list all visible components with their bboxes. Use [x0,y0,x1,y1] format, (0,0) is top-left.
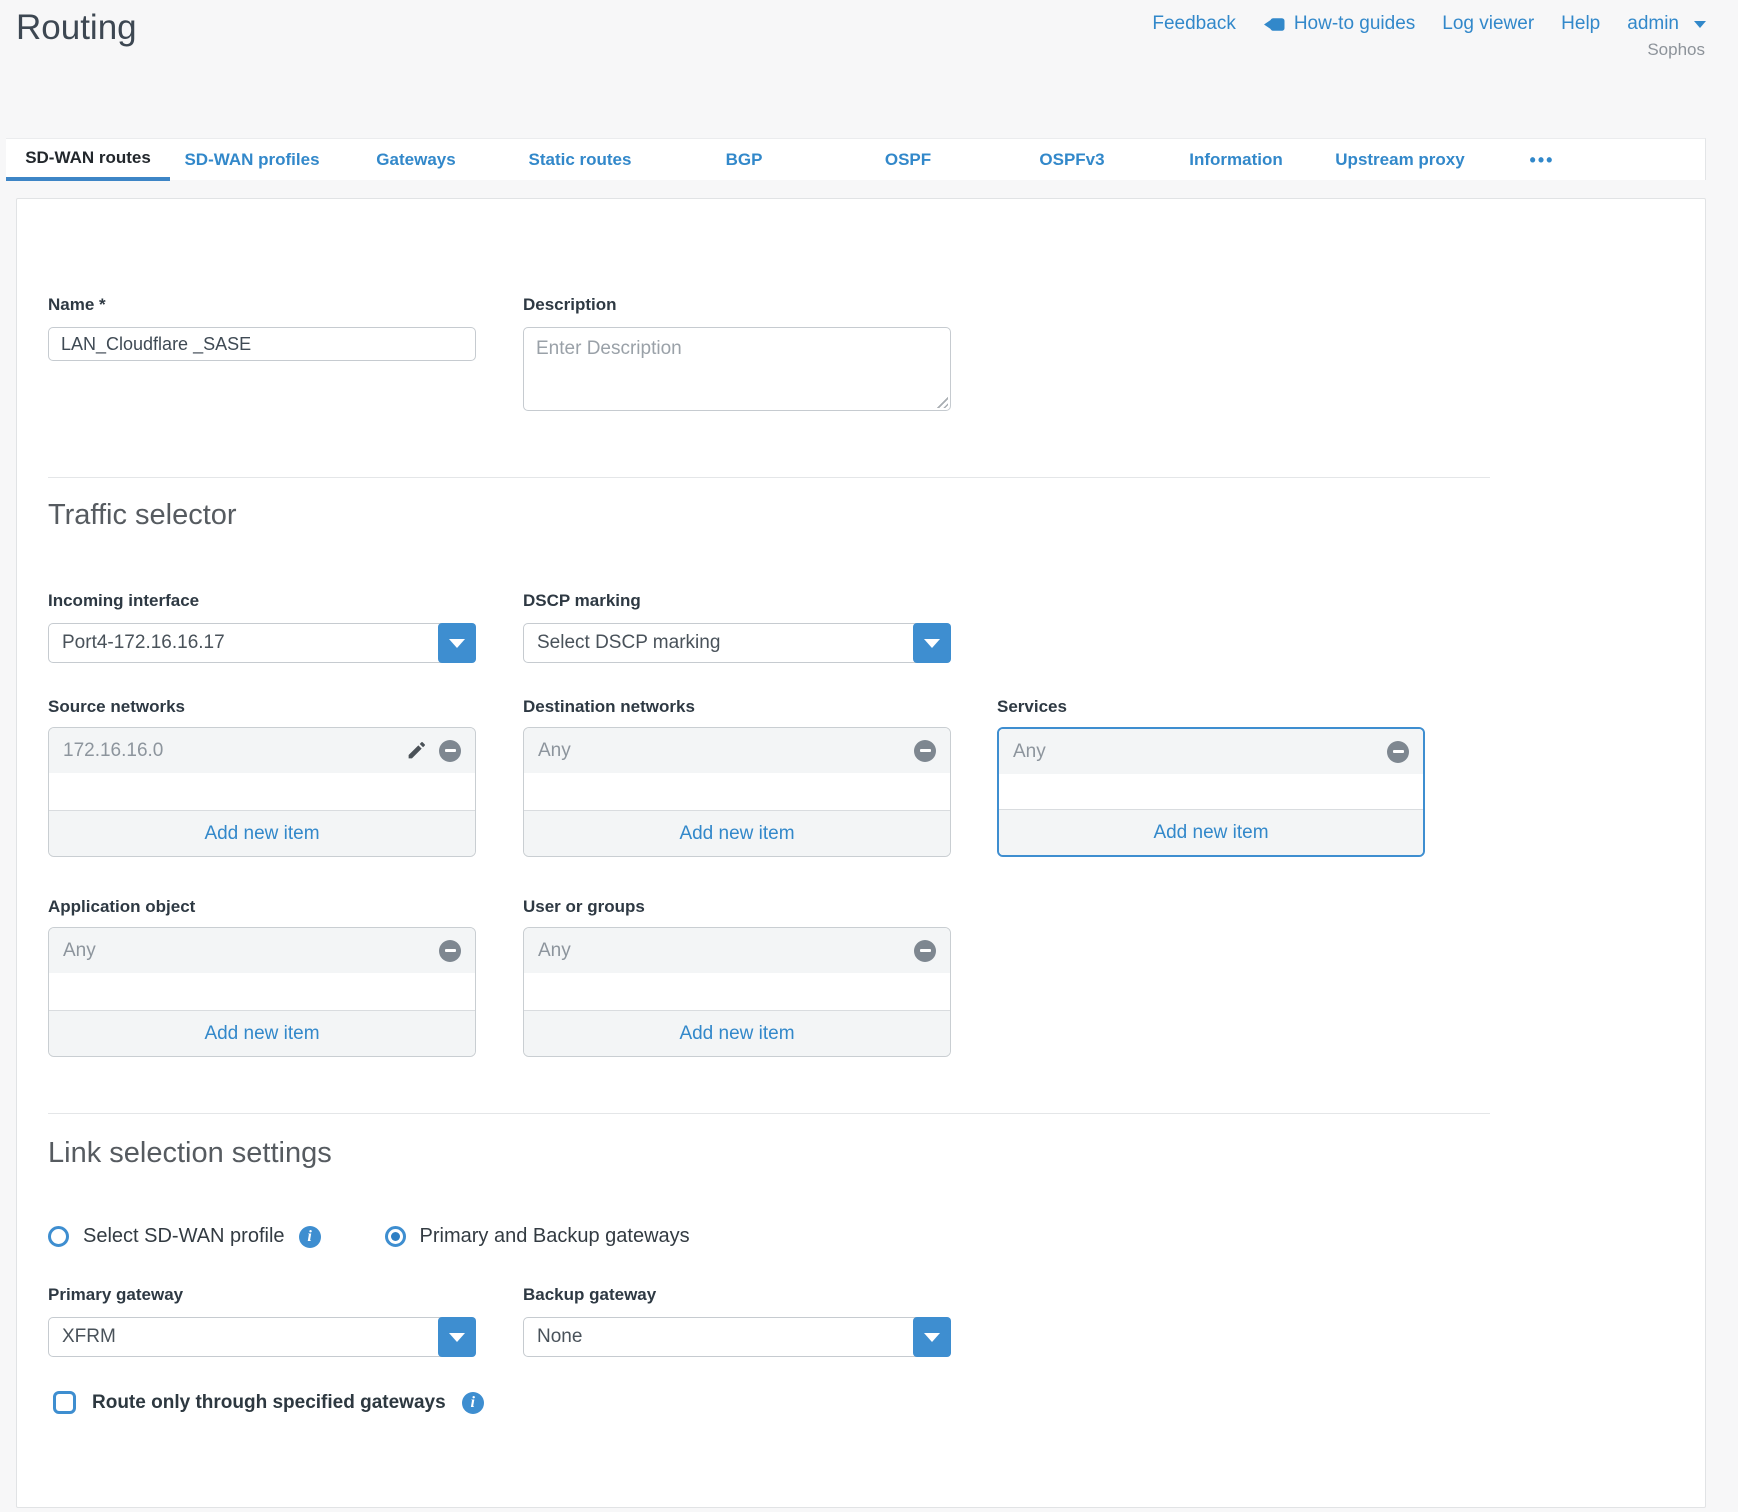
destination-networks-listbox: Any Add new item [523,727,951,857]
triangle-down-icon [924,639,940,648]
info-icon[interactable]: i [462,1392,484,1414]
backup-gateway-value: None [523,1317,951,1357]
remove-item-icon[interactable] [914,740,936,762]
name-label: Name * [48,295,476,315]
destination-networks-label: Destination networks [523,697,951,717]
brand-label: Sophos [1647,40,1705,60]
add-new-item-button[interactable]: Add new item [49,810,475,856]
application-object-label: Application object [48,897,476,917]
link-selection-radio-group: Select SD-WAN profile i Primary and Back… [48,1225,690,1248]
radio-select-sdwan-profile[interactable]: Select SD-WAN profile i [48,1225,321,1248]
admin-menu[interactable]: admin [1627,13,1706,35]
tab-information[interactable]: Information [1154,139,1318,181]
add-new-item-button[interactable]: Add new item [49,1010,475,1056]
primary-gateway-label: Primary gateway [48,1285,476,1305]
user-or-groups-label: User or groups [523,897,951,917]
services-label: Services [997,697,1425,717]
page-title: Routing [16,8,137,48]
tab-sdwan-routes[interactable]: SD-WAN routes [6,139,170,181]
services-listbox: Any Add new item [997,727,1425,857]
description-textarea[interactable] [523,327,951,411]
link-selection-heading: Link selection settings [48,1137,332,1170]
route-only-checkbox-row: Route only through specified gateways i [53,1391,484,1414]
description-label: Description [523,295,951,315]
tab-upstream-proxy[interactable]: Upstream proxy [1318,139,1482,181]
radio-unchecked-icon[interactable] [48,1226,69,1247]
section-divider [48,1113,1490,1114]
triangle-down-icon [924,1333,940,1342]
app-header: Routing Feedback How-to guides Log viewe… [0,0,1738,138]
primary-gateway-select[interactable]: XFRM [48,1317,476,1357]
radio-primary-backup-gateways[interactable]: Primary and Backup gateways [385,1225,690,1248]
dscp-marking-label: DSCP marking [523,591,951,611]
user-or-groups-listbox: Any Add new item [523,927,951,1057]
incoming-interface-select[interactable]: Port4-172.16.16.17 [48,623,476,663]
tab-ospfv3[interactable]: OSPFv3 [990,139,1154,181]
tab-static-routes[interactable]: Static routes [498,139,662,181]
dropdown-button[interactable] [438,1317,476,1357]
tab-sdwan-profiles[interactable]: SD-WAN profiles [170,139,334,181]
traffic-selector-heading: Traffic selector [48,499,237,532]
list-item: Any [999,729,1423,774]
dscp-marking-value: Select DSCP marking [523,623,951,663]
dropdown-button[interactable] [913,623,951,663]
list-item: Any [524,928,950,973]
video-camera-icon [1263,16,1286,33]
section-divider [48,477,1490,478]
dscp-marking-select[interactable]: Select DSCP marking [523,623,951,663]
radio-checked-icon[interactable] [385,1226,406,1247]
add-new-item-button[interactable]: Add new item [999,809,1423,855]
triangle-down-icon [449,1333,465,1342]
remove-item-icon[interactable] [914,940,936,962]
primary-gateway-value: XFRM [48,1317,476,1357]
backup-gateway-label: Backup gateway [523,1285,951,1305]
add-new-item-button[interactable]: Add new item [524,810,950,856]
routing-tabbar: SD-WAN routes SD-WAN profiles Gateways S… [6,138,1706,180]
backup-gateway-select[interactable]: None [523,1317,951,1357]
remove-item-icon[interactable] [1387,741,1409,763]
log-viewer-link[interactable]: Log viewer [1442,13,1534,35]
info-icon[interactable]: i [299,1226,321,1248]
triangle-down-icon [449,639,465,648]
checkbox-unchecked-icon[interactable] [53,1391,76,1414]
caret-down-icon [1694,21,1706,28]
add-new-item-button[interactable]: Add new item [524,1010,950,1056]
list-item: Any [49,928,475,973]
source-networks-label: Source networks [48,697,476,717]
help-link[interactable]: Help [1561,13,1600,35]
incoming-interface-value: Port4-172.16.16.17 [48,623,476,663]
source-networks-listbox: 172.16.16.0 Add new item [48,727,476,857]
edit-pencil-icon[interactable] [406,740,427,761]
tab-ospf[interactable]: OSPF [826,139,990,181]
route-only-checkbox-label: Route only through specified gateways [92,1392,446,1414]
incoming-interface-label: Incoming interface [48,591,476,611]
feedback-link[interactable]: Feedback [1152,13,1235,35]
name-input[interactable] [48,327,476,361]
tab-gateways[interactable]: Gateways [334,139,498,181]
application-object-listbox: Any Add new item [48,927,476,1057]
dropdown-button[interactable] [913,1317,951,1357]
sdwan-route-form-card: Name * Description Traffic selector Inco… [16,198,1706,1508]
list-item: 172.16.16.0 [49,728,475,773]
dropdown-button[interactable] [438,623,476,663]
header-links: Feedback How-to guides Log viewer Help a… [1152,13,1706,35]
remove-item-icon[interactable] [439,940,461,962]
howto-guides-link[interactable]: How-to guides [1263,13,1415,35]
tab-more-ellipsis[interactable]: ••• [1482,139,1602,181]
list-item: Any [524,728,950,773]
tab-bgp[interactable]: BGP [662,139,826,181]
remove-item-icon[interactable] [439,740,461,762]
